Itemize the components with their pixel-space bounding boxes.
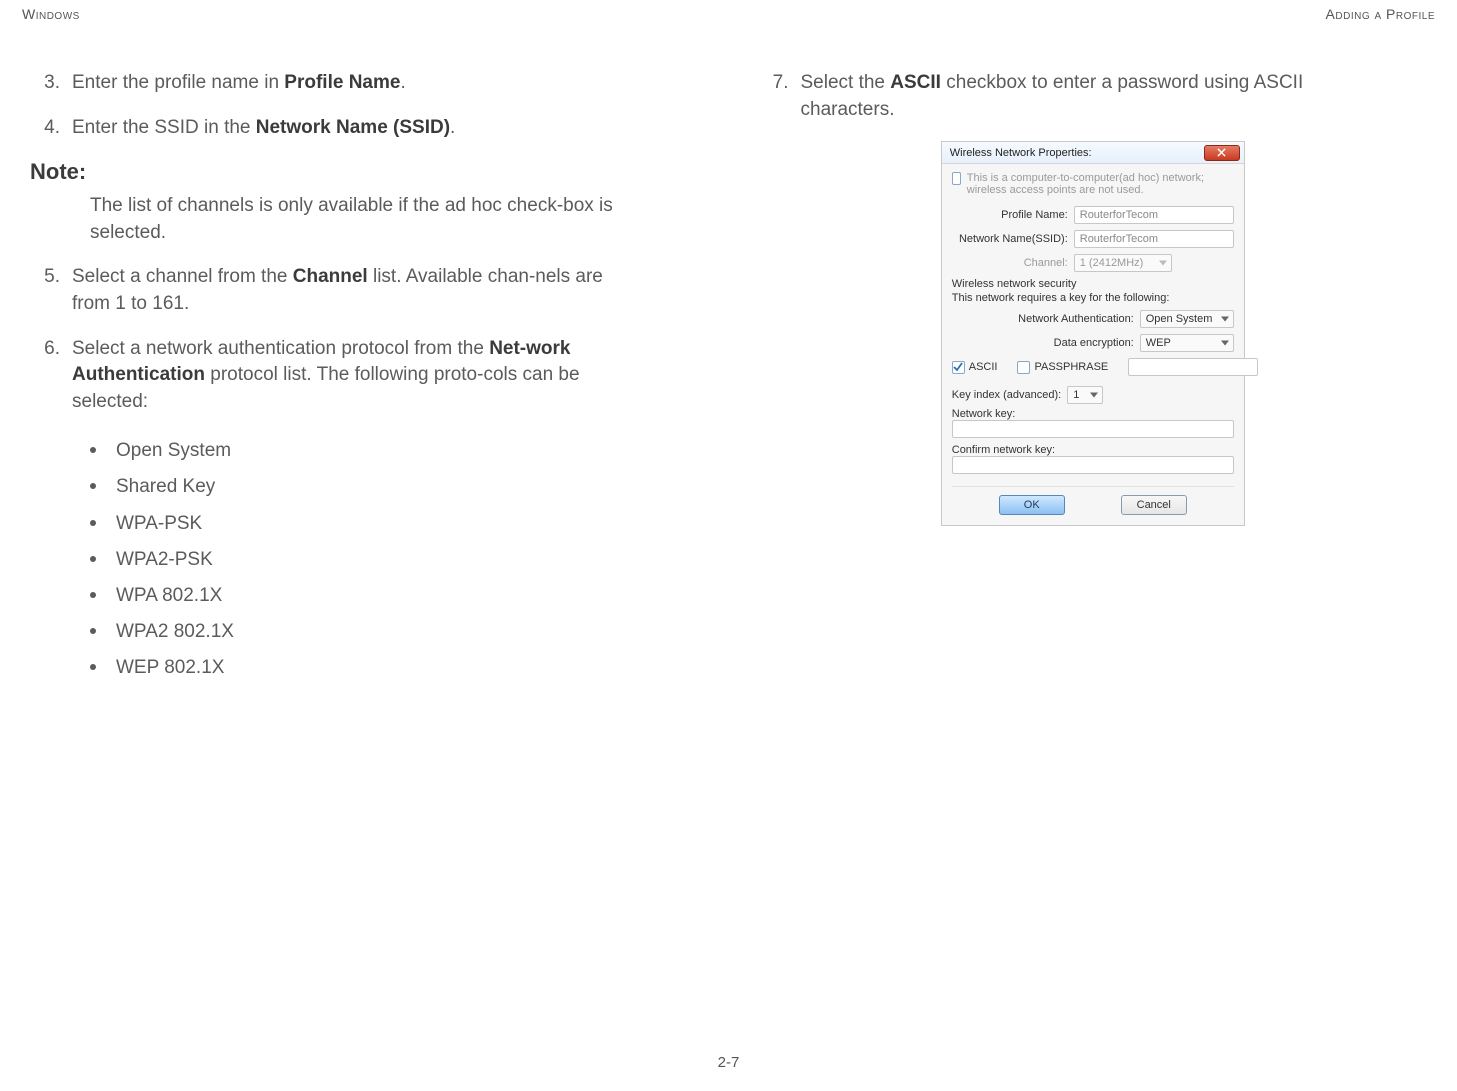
adhoc-row: This is a computer-to-computer(ad hoc) n… <box>952 172 1234 196</box>
list-item: Shared Key <box>90 469 699 505</box>
cancel-button[interactable]: Cancel <box>1121 495 1187 515</box>
profile-name-input[interactable] <box>1074 206 1234 224</box>
step-3: 3. Enter the profile name in Profile Nam… <box>30 70 620 97</box>
key-index-value: 1 <box>1073 389 1079 401</box>
profile-name-row: Profile Name: <box>952 206 1234 224</box>
chevron-down-icon <box>1090 393 1098 398</box>
step-text: Enter the profile name in Profile Name. <box>72 70 620 97</box>
adhoc-text: This is a computer-to-computer(ad hoc) n… <box>967 172 1234 196</box>
page-number: 2-7 <box>0 1054 1457 1071</box>
step-7: 7. Select the ASCII checkbox to enter a … <box>759 70 1349 123</box>
list-item: WEP 802.1X <box>90 650 699 686</box>
page-header: Windows Adding a Profile <box>20 0 1437 22</box>
step-6: 6. Select a network authentication proto… <box>30 336 620 416</box>
key-index-label: Key index (advanced): <box>952 389 1061 401</box>
step-number: 4. <box>30 115 60 142</box>
step-number: 7. <box>759 70 789 123</box>
text-post: . <box>450 117 455 138</box>
ok-button[interactable]: OK <box>999 495 1065 515</box>
ssid-input[interactable] <box>1074 230 1234 248</box>
encrypt-row: Data encryption: WEP <box>952 334 1234 352</box>
dialog-titlebar[interactable]: Wireless Network Properties: <box>942 142 1244 164</box>
key-index-row: Key index (advanced): 1 <box>952 386 1234 404</box>
auth-select[interactable]: Open System <box>1140 310 1234 328</box>
encrypt-value: WEP <box>1146 337 1171 349</box>
network-key-label: Network key: <box>952 408 1234 420</box>
text-bold: ASCII <box>890 72 941 93</box>
text-pre: Select a channel from the <box>72 266 293 287</box>
right-column: 7. Select the ASCII checkbox to enter a … <box>759 70 1428 686</box>
text-bold: Profile Name <box>284 72 400 93</box>
channel-label: Channel: <box>952 257 1068 269</box>
auth-row: Network Authentication: Open System <box>952 310 1234 328</box>
passphrase-checkbox[interactable] <box>1017 361 1030 374</box>
chevron-down-icon <box>1159 261 1167 266</box>
dialog-buttons: OK Cancel <box>952 486 1234 515</box>
step-number: 6. <box>30 336 60 416</box>
list-item: WPA2 802.1X <box>90 614 699 650</box>
text-bold: Channel <box>293 266 368 287</box>
step-number: 5. <box>30 264 60 317</box>
ascii-check: ASCII <box>952 361 998 374</box>
channel-select[interactable]: 1 (2412MHz) <box>1074 254 1172 272</box>
header-left: Windows <box>22 6 80 22</box>
list-item: WPA-PSK <box>90 506 699 542</box>
auth-value: Open System <box>1146 313 1213 325</box>
wireless-properties-dialog: Wireless Network Properties: This is a c… <box>941 141 1245 526</box>
confirm-key-input[interactable] <box>952 456 1234 474</box>
security-section-sub: This network requires a key for the foll… <box>952 292 1234 304</box>
passphrase-check: PASSPHRASE <box>1017 361 1108 374</box>
encrypt-label: Data encryption: <box>1054 337 1134 349</box>
list-item: WPA2-PSK <box>90 542 699 578</box>
passphrase-input[interactable] <box>1128 358 1258 376</box>
confirm-key-label: Confirm network key: <box>952 444 1234 456</box>
text-pre: Select a network authentication protocol… <box>72 338 489 359</box>
encrypt-select[interactable]: WEP <box>1140 334 1234 352</box>
text-pre: Enter the SSID in the <box>72 117 256 138</box>
ascii-checkbox[interactable] <box>952 361 965 374</box>
step-5: 5. Select a channel from the Channel lis… <box>30 264 620 317</box>
step-text: Enter the SSID in the Network Name (SSID… <box>72 115 620 142</box>
chevron-down-icon <box>1221 317 1229 322</box>
ascii-label: ASCII <box>969 361 998 373</box>
step-text: Select a channel from the Channel list. … <box>72 264 620 317</box>
note-heading: Note: <box>30 159 699 185</box>
profile-name-label: Profile Name: <box>952 209 1068 221</box>
ssid-row: Network Name(SSID): <box>952 230 1234 248</box>
list-item: Open System <box>90 433 699 469</box>
text-post: . <box>400 72 405 93</box>
note-body: The list of channels is only available i… <box>90 193 630 246</box>
passphrase-label: PASSPHRASE <box>1034 361 1108 373</box>
channel-row: Channel: 1 (2412MHz) <box>952 254 1234 272</box>
step-4: 4. Enter the SSID in the Network Name (S… <box>30 115 620 142</box>
chevron-down-icon <box>1221 341 1229 346</box>
step-text: Select a network authentication protocol… <box>72 336 620 416</box>
text-pre: Select the <box>801 72 891 93</box>
adhoc-checkbox[interactable] <box>952 172 961 185</box>
step-text: Select the ASCII checkbox to enter a pas… <box>801 70 1349 123</box>
network-key-input[interactable] <box>952 420 1234 438</box>
close-icon[interactable] <box>1204 145 1240 161</box>
channel-value: 1 (2412MHz) <box>1080 257 1144 269</box>
step-number: 3. <box>30 70 60 97</box>
text-bold: Network Name (SSID) <box>256 117 450 138</box>
header-right: Adding a Profile <box>1326 6 1435 22</box>
ssid-label: Network Name(SSID): <box>952 233 1068 245</box>
left-column: 3. Enter the profile name in Profile Nam… <box>30 70 699 686</box>
ascii-passphrase-row: ASCII PASSPHRASE <box>952 358 1234 376</box>
dialog-title: Wireless Network Properties: <box>950 147 1092 159</box>
text-pre: Enter the profile name in <box>72 72 284 93</box>
auth-label: Network Authentication: <box>1018 313 1134 325</box>
protocol-list: Open System Shared Key WPA-PSK WPA2-PSK … <box>90 433 699 686</box>
list-item: WPA 802.1X <box>90 578 699 614</box>
key-index-select[interactable]: 1 <box>1067 386 1103 404</box>
security-section-label: Wireless network security <box>952 278 1234 290</box>
